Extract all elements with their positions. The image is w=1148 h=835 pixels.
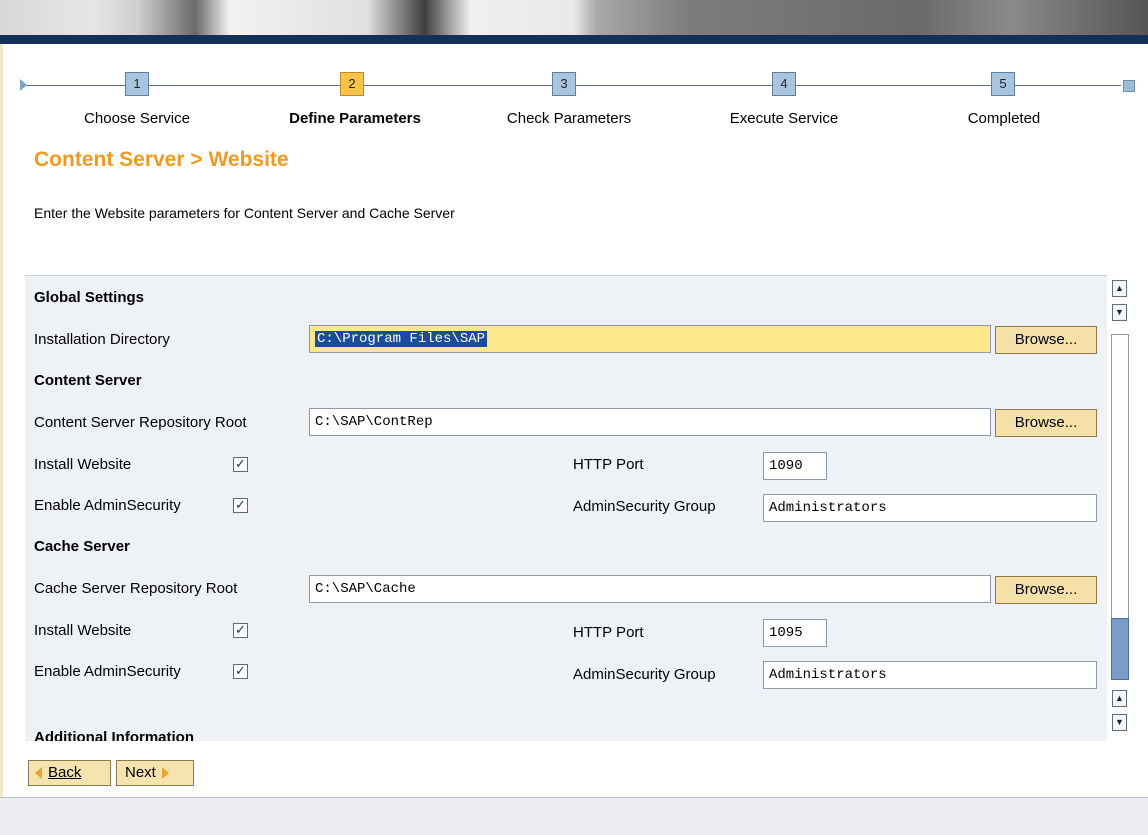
check-icon: ✓	[235, 622, 246, 637]
arrow-left-icon	[35, 767, 42, 780]
check-icon: ✓	[235, 497, 246, 512]
banner-bar	[0, 35, 1148, 44]
roadmap-label-completed: Completed	[967, 110, 1041, 127]
page-subtitle: Enter the Website parameters for Content…	[34, 205, 455, 221]
section-additional-information: Additional Information	[34, 729, 194, 741]
installation-directory-input[interactable]: C:\Program Files\SAP	[309, 325, 991, 353]
section-content-server: Content Server	[34, 372, 142, 389]
content-http-port-label: HTTP Port	[573, 456, 644, 473]
scroll-up-top-button[interactable]: ▲	[1112, 280, 1127, 297]
parameters-panel: Global Settings Installation Directory C…	[25, 275, 1107, 741]
installation-directory-browse-button[interactable]: Browse...	[995, 326, 1097, 354]
content-enable-admin-label: Enable AdminSecurity	[34, 497, 181, 514]
cache-enable-admin-label: Enable AdminSecurity	[34, 663, 181, 680]
content-admin-group-label: AdminSecurity Group	[573, 498, 716, 515]
check-icon: ✓	[235, 663, 246, 678]
roadmap-step-1[interactable]: 1	[125, 72, 149, 96]
roadmap-start-icon	[20, 79, 27, 91]
next-button[interactable]: Next	[116, 760, 194, 786]
arrow-up-icon: ▲	[1115, 693, 1124, 703]
cache-install-website-checkbox[interactable]: ✓	[233, 623, 248, 638]
page-title: Content Server > Website	[34, 148, 289, 171]
content-http-port-input[interactable]: 1090	[763, 452, 827, 480]
content-repo-root-browse-button[interactable]: Browse...	[995, 409, 1097, 437]
cache-admin-group-input[interactable]: Administrators	[763, 661, 1097, 689]
content-admin-group-input[interactable]: Administrators	[763, 494, 1097, 522]
section-cache-server: Cache Server	[34, 538, 130, 555]
cache-repo-root-label: Cache Server Repository Root	[34, 580, 238, 597]
installation-directory-label: Installation Directory	[34, 331, 170, 348]
roadmap-step-3[interactable]: 3	[552, 72, 576, 96]
roadmap-step-4[interactable]: 4	[772, 72, 796, 96]
cache-admin-group-label: AdminSecurity Group	[573, 666, 716, 683]
roadmap-step-2[interactable]: 2	[340, 72, 364, 96]
header-banner	[0, 0, 1148, 44]
arrow-down-icon: ▼	[1115, 717, 1124, 727]
cache-install-website-label: Install Website	[34, 622, 132, 639]
content-install-website-checkbox[interactable]: ✓	[233, 457, 248, 472]
roadmap-step-5[interactable]: 5	[991, 72, 1015, 96]
next-button-label: Next	[125, 764, 156, 781]
cache-enable-admin-checkbox[interactable]: ✓	[233, 664, 248, 679]
roadmap-label-choose-service: Choose Service	[84, 110, 190, 127]
cache-http-port-input[interactable]: 1095	[763, 619, 827, 647]
scroll-down-top-button[interactable]: ▼	[1112, 304, 1127, 321]
content-enable-admin-checkbox[interactable]: ✓	[233, 498, 248, 513]
arrow-right-icon	[161, 767, 169, 780]
content-repo-root-input[interactable]: C:\SAP\ContRep	[309, 408, 991, 436]
arrow-down-icon: ▼	[1115, 307, 1124, 317]
roadmap-label-execute-service: Execute Service	[729, 110, 839, 127]
scroll-up-bottom-button[interactable]: ▲	[1112, 690, 1127, 707]
content-repo-root-label: Content Server Repository Root	[34, 414, 247, 431]
scroll-down-bottom-button[interactable]: ▼	[1112, 714, 1127, 731]
scrollbar-thumb[interactable]	[1111, 618, 1129, 680]
roadmap-label-check-parameters: Check Parameters	[506, 110, 632, 127]
cache-repo-root-browse-button[interactable]: Browse...	[995, 576, 1097, 604]
check-icon: ✓	[235, 456, 246, 471]
back-button-label: Back	[48, 764, 82, 781]
roadmap: 1 2 3 4 5 Choose Service Define Paramete…	[20, 62, 1135, 142]
roadmap-label-define-parameters: Define Parameters	[289, 110, 421, 127]
cache-http-port-label: HTTP Port	[573, 624, 644, 641]
section-global-settings: Global Settings	[34, 289, 145, 306]
arrow-up-icon: ▲	[1115, 283, 1124, 293]
content-install-website-label: Install Website	[34, 456, 132, 473]
back-button[interactable]: Back	[28, 760, 111, 786]
status-bar	[0, 797, 1148, 835]
cache-repo-root-input[interactable]: C:\SAP\Cache	[309, 575, 991, 603]
roadmap-end-icon	[1123, 80, 1135, 92]
